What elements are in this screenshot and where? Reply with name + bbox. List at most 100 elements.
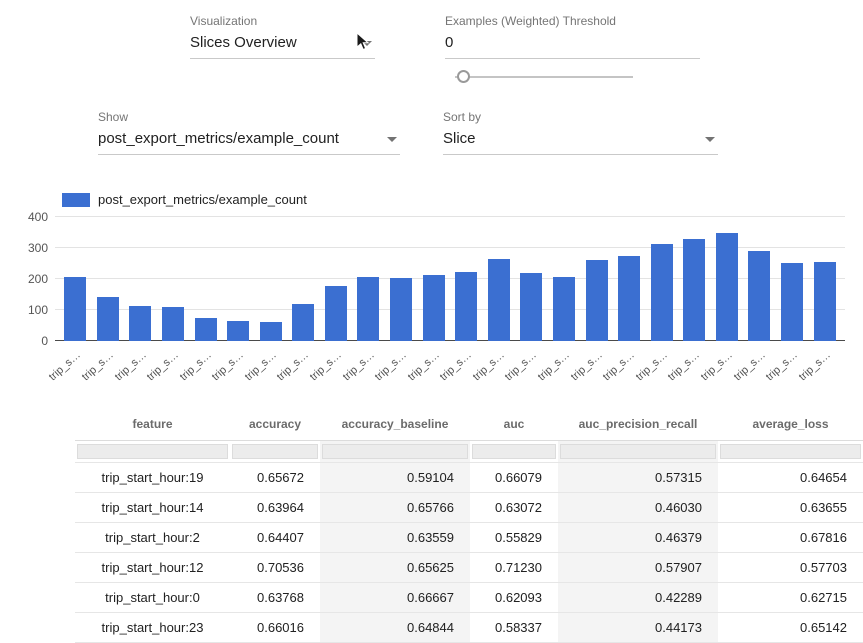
metric-cell: 0.64407 <box>230 523 320 553</box>
chart-bar[interactable] <box>455 272 477 341</box>
chart-bar[interactable] <box>683 239 705 341</box>
column-filter-input[interactable] <box>77 444 228 459</box>
metric-cell: 0.66667 <box>320 583 470 613</box>
chart-bar[interactable] <box>814 262 836 341</box>
chevron-down-icon <box>387 137 397 142</box>
bar-slot: trip_s… <box>254 217 287 341</box>
visualization-dropdown[interactable]: Slices Overview <box>190 32 375 59</box>
threshold-value: 0 <box>445 34 453 51</box>
x-tick-label: trip_s… <box>699 349 735 383</box>
chart-bar[interactable] <box>260 322 282 341</box>
bar-slot: trip_s… <box>711 217 744 341</box>
metric-cell: 0.63559 <box>320 523 470 553</box>
chart-bar[interactable] <box>781 263 803 341</box>
x-tick-label: trip_s… <box>80 349 116 383</box>
metric-cell: 0.65672 <box>230 463 320 493</box>
bar-slot: trip_s… <box>580 217 613 341</box>
chart-bar[interactable] <box>195 318 217 341</box>
x-tick-label: trip_s… <box>112 349 148 383</box>
metric-cell: 0.57703 <box>718 553 863 583</box>
table-row[interactable]: trip_start_hour:230.660160.648440.583370… <box>75 613 863 643</box>
x-tick-label: trip_s… <box>601 349 637 383</box>
table-filter-row <box>75 441 863 463</box>
show-metric-dropdown[interactable]: post_export_metrics/example_count <box>98 128 400 155</box>
sort-by-dropdown[interactable]: Slice <box>443 128 718 155</box>
show-metric-value: post_export_metrics/example_count <box>98 130 339 147</box>
y-tick-label: 300 <box>6 241 48 255</box>
chart-bar[interactable] <box>227 321 249 341</box>
y-tick-label: 100 <box>6 303 48 317</box>
column-header-auc[interactable]: auc <box>470 407 558 441</box>
column-filter-input[interactable] <box>232 444 318 459</box>
threshold-slider[interactable] <box>455 70 633 84</box>
chart-bar[interactable] <box>520 273 542 341</box>
column-filter-input[interactable] <box>560 444 716 459</box>
chart-bar[interactable] <box>292 304 314 341</box>
chart-y-axis: 0100200300400 <box>6 217 48 341</box>
chart-bar[interactable] <box>586 260 608 341</box>
feature-cell: trip_start_hour:12 <box>75 553 230 583</box>
metric-cell: 0.55829 <box>470 523 558 553</box>
table-row[interactable]: trip_start_hour:120.705360.656250.712300… <box>75 553 863 583</box>
bar-slot: trip_s… <box>124 217 157 341</box>
x-tick-label: trip_s… <box>47 349 83 383</box>
column-header-accuracy[interactable]: accuracy <box>230 407 320 441</box>
chart-legend: post_export_metrics/example_count <box>62 192 307 207</box>
x-tick-label: trip_s… <box>340 349 376 383</box>
column-filter-input[interactable] <box>720 444 861 459</box>
metric-cell: 0.65625 <box>320 553 470 583</box>
bar-slot: trip_s… <box>483 217 516 341</box>
x-tick-label: trip_s… <box>373 349 409 383</box>
table-row[interactable]: trip_start_hour:190.656720.591040.660790… <box>75 463 863 493</box>
chart-bar[interactable] <box>488 259 510 341</box>
sort-by-label: Sort by <box>443 110 481 124</box>
chart-bar[interactable] <box>325 286 347 341</box>
bar-slot: trip_s… <box>352 217 385 341</box>
chart-bar[interactable] <box>357 277 379 341</box>
chart-bar[interactable] <box>423 275 445 341</box>
metric-cell: 0.64654 <box>718 463 863 493</box>
table-row[interactable]: trip_start_hour:140.639640.657660.630720… <box>75 493 863 523</box>
metric-cell: 0.46030 <box>558 493 718 523</box>
slider-track[interactable] <box>455 76 633 78</box>
table-row[interactable]: trip_start_hour:20.644070.635590.558290.… <box>75 523 863 553</box>
column-filter-input[interactable] <box>472 444 556 459</box>
feature-cell: trip_start_hour:2 <box>75 523 230 553</box>
x-tick-label: trip_s… <box>568 349 604 383</box>
y-tick-label: 400 <box>6 210 48 224</box>
metric-cell: 0.67816 <box>718 523 863 553</box>
x-tick-label: trip_s… <box>796 349 832 383</box>
chart-bar[interactable] <box>129 306 151 341</box>
column-header-feature[interactable]: feature <box>75 407 230 441</box>
bar-slot: trip_s… <box>515 217 548 341</box>
feature-cell: trip_start_hour:0 <box>75 583 230 613</box>
chart-bar[interactable] <box>553 277 575 341</box>
metric-cell: 0.63768 <box>230 583 320 613</box>
chart-bar[interactable] <box>64 277 86 341</box>
chart-bar[interactable] <box>162 307 184 341</box>
x-tick-label: trip_s… <box>177 349 213 383</box>
column-header-auc_precision_recall[interactable]: auc_precision_recall <box>558 407 718 441</box>
slider-thumb[interactable] <box>457 70 470 83</box>
table-row[interactable]: trip_start_hour:00.637680.666670.620930.… <box>75 583 863 613</box>
y-tick-label: 200 <box>6 272 48 286</box>
chart-bar[interactable] <box>748 251 770 341</box>
x-tick-label: trip_s… <box>536 349 572 383</box>
metric-cell: 0.63072 <box>470 493 558 523</box>
column-header-accuracy_baseline[interactable]: accuracy_baseline <box>320 407 470 441</box>
x-tick-label: trip_s… <box>405 349 441 383</box>
chart-bar[interactable] <box>651 244 673 341</box>
chart-bar[interactable] <box>618 256 640 341</box>
bar-slot: trip_s… <box>645 217 678 341</box>
chart-bar[interactable] <box>390 278 412 341</box>
bar-slot: trip_s… <box>385 217 418 341</box>
chart-bar[interactable] <box>716 233 738 342</box>
metric-cell: 0.63964 <box>230 493 320 523</box>
column-filter-input[interactable] <box>322 444 468 459</box>
metric-cell: 0.46379 <box>558 523 718 553</box>
threshold-input[interactable]: 0 <box>445 32 700 59</box>
column-header-average_loss[interactable]: average_loss <box>718 407 863 441</box>
chart-bar[interactable] <box>97 297 119 341</box>
feature-cell: trip_start_hour:19 <box>75 463 230 493</box>
bar-slot: trip_s… <box>189 217 222 341</box>
